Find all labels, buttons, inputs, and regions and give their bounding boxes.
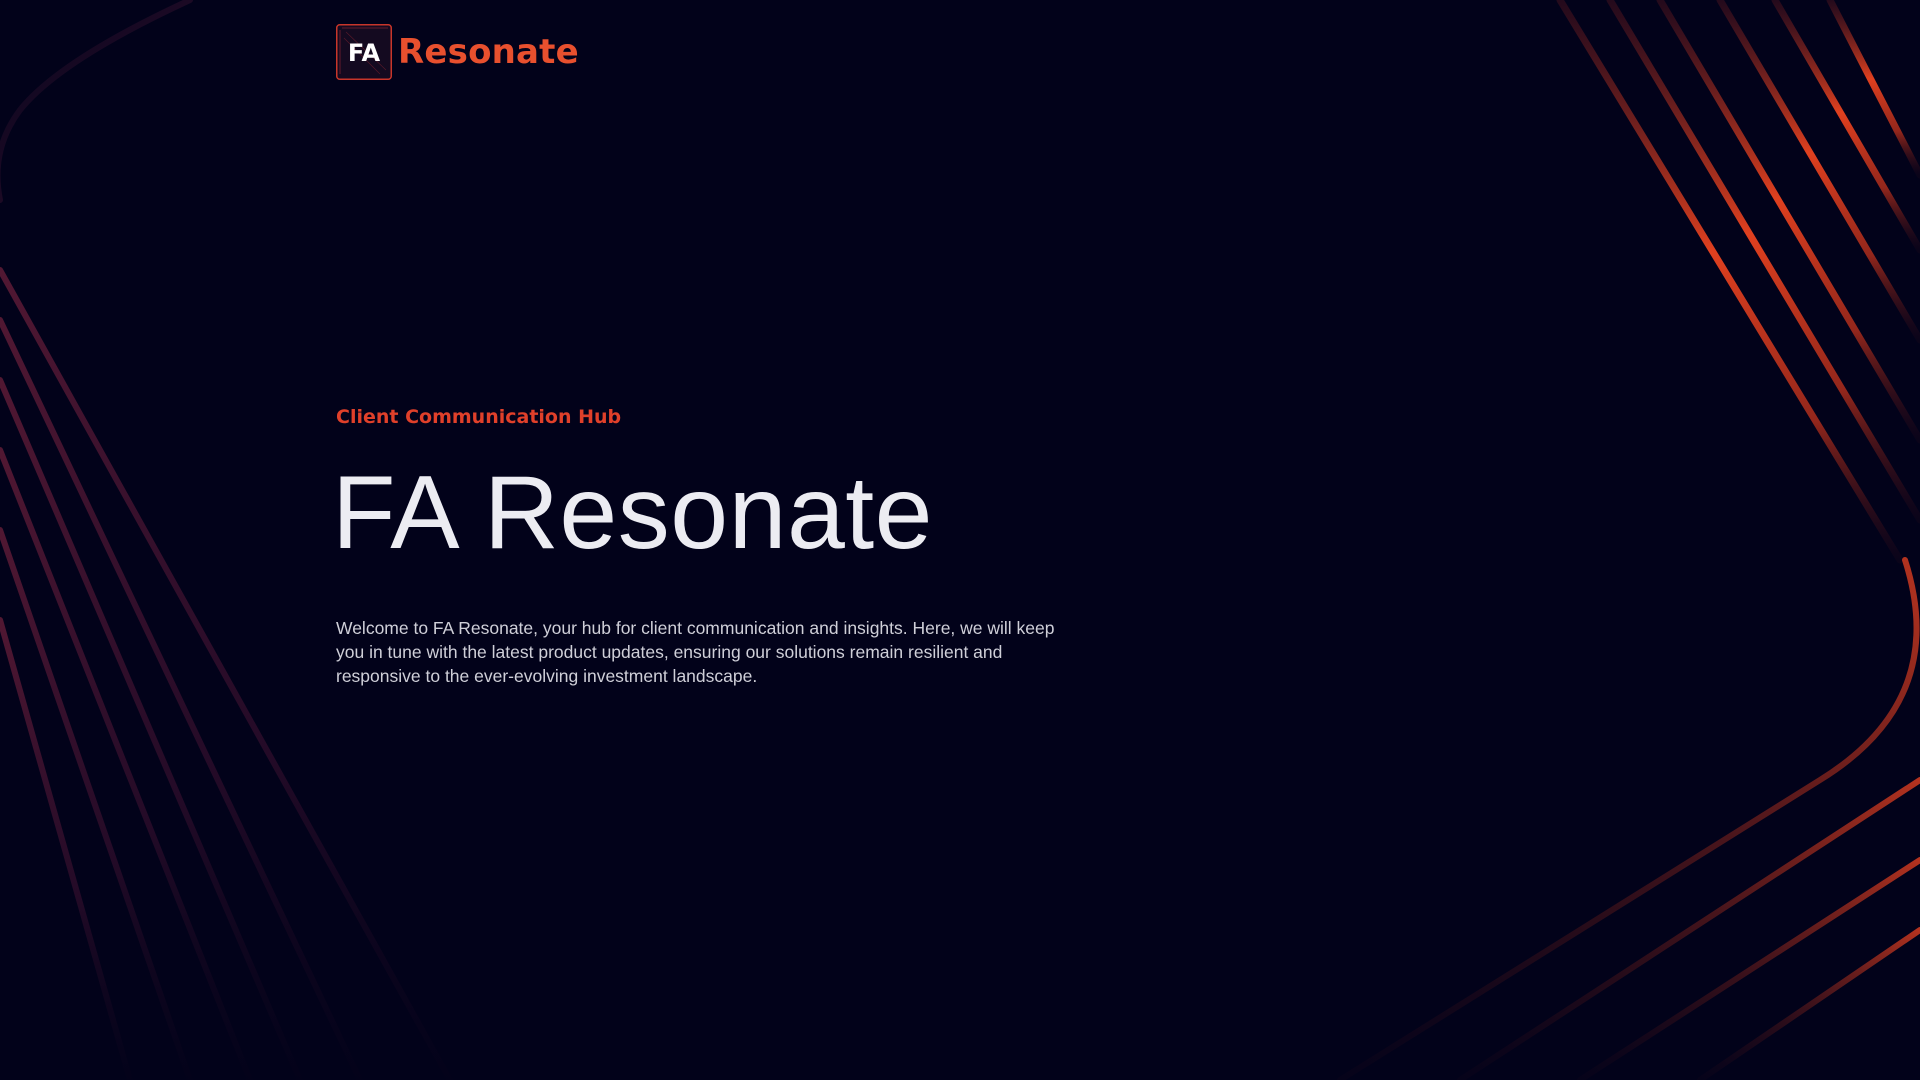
hero-intro-text: Welcome to FA Resonate, your hub for cli… bbox=[336, 618, 1055, 687]
fa-monogram-icon: FA bbox=[336, 24, 392, 80]
hero-section: Client Communication Hub FA Resonate Wel… bbox=[332, 402, 1096, 688]
site-header: FA Resonate bbox=[336, 23, 579, 81]
logo-wordmark: Resonate bbox=[398, 32, 579, 72]
hero-eyebrow: Client Communication Hub bbox=[336, 406, 622, 428]
right-curves bbox=[1337, 557, 1920, 1080]
brand-logo-link[interactable]: FA Resonate bbox=[336, 24, 579, 80]
right-lines bbox=[1556, 0, 1920, 564]
logo-mark-text: FA bbox=[348, 39, 381, 67]
top-left-curve bbox=[0, 0, 193, 203]
page-title: FA Resonate bbox=[332, 455, 934, 571]
